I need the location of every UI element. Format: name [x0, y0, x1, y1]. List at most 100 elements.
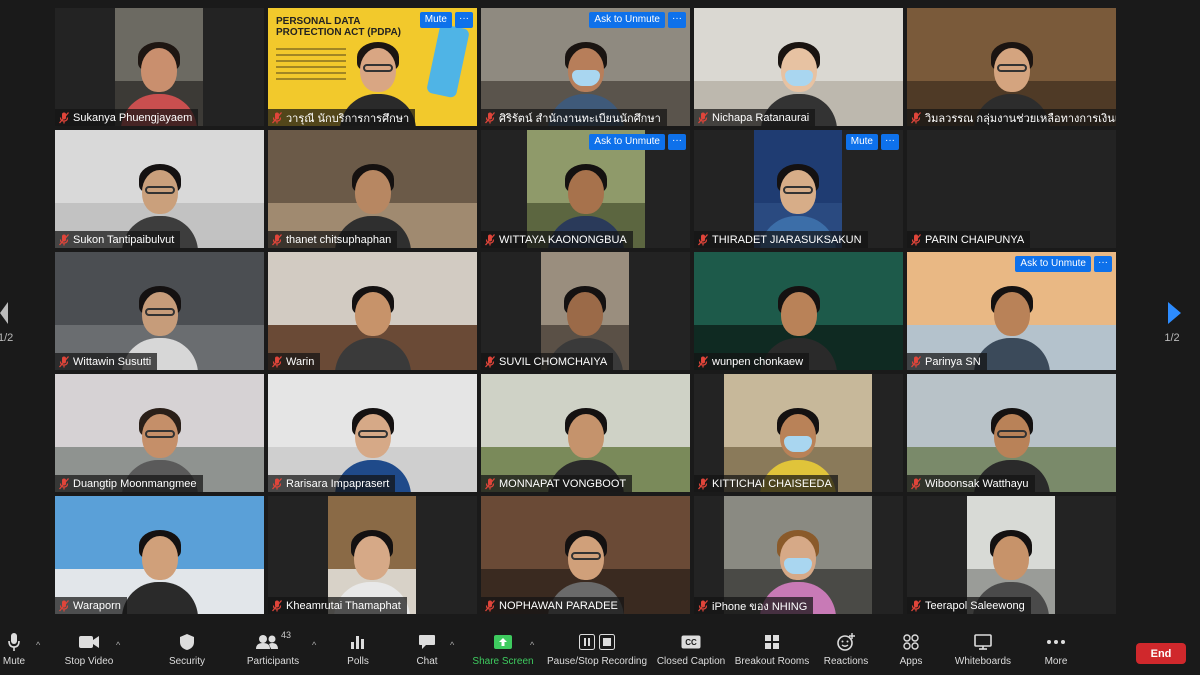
participant-nameplate: Wittawin Susutti — [55, 353, 158, 370]
participant-tile[interactable]: KITTICHAI CHAISEEDA — [694, 374, 903, 492]
pause-stop-recording-label: Pause/Stop Recording — [546, 656, 648, 667]
ask-to-unmute-button[interactable]: Ask to Unmute — [1015, 256, 1091, 272]
apps-label: Apps — [899, 656, 923, 667]
participant-tile[interactable]: Rarisara Impaprasert — [268, 374, 477, 492]
participant-tile[interactable]: Sukanya Phuengjayaem — [55, 8, 264, 126]
tile-controls: Mute ··· — [845, 134, 899, 150]
chevron-right-icon[interactable] — [1168, 302, 1181, 324]
reactions-icon — [837, 633, 855, 651]
more-label: More — [1044, 656, 1068, 667]
tile-more-options-icon[interactable]: ··· — [1094, 256, 1112, 272]
participant-tile[interactable]: Sukon Tantipaibulvut — [55, 130, 264, 248]
participant-tile[interactable]: Wittawin Susutti — [55, 252, 264, 370]
participant-nameplate: THIRADET JIARASUKSAKUN — [694, 231, 868, 248]
participant-nameplate: Waraporn — [55, 597, 127, 614]
ask-to-unmute-button[interactable]: Ask to Unmute — [589, 12, 665, 28]
participant-nameplate: WITTAYA KAONONGBUA — [481, 231, 633, 248]
participant-tile[interactable]: THIRADET JIARASUKSAKUN Mute ··· — [694, 130, 903, 248]
more-button[interactable]: More — [1040, 630, 1072, 674]
apps-button[interactable]: Apps — [896, 630, 926, 674]
page-prev[interactable]: 1/2 — [0, 302, 13, 344]
participant-tile[interactable]: ศิริรัตน์ สำนักงานทะเบียนนักศึกษา Ask to … — [481, 8, 690, 126]
participant-tile[interactable]: PARIN CHAIPUNYA — [907, 130, 1116, 248]
muted-microphone-icon — [485, 233, 495, 246]
polls-button[interactable]: Polls — [340, 630, 376, 674]
mute-participant-button[interactable]: Mute — [419, 12, 452, 28]
participant-tile[interactable]: Kheamrutai Thamaphat — [268, 496, 477, 614]
pause-stop-recording-button[interactable]: Pause/Stop Recording — [546, 630, 648, 674]
share-options-caret[interactable]: ^ — [530, 640, 534, 650]
mute-label: Mute — [2, 656, 26, 667]
participant-tile[interactable]: Teerapol Saleewong — [907, 496, 1116, 614]
participant-tile[interactable]: Nichapa Ratanaurai — [694, 8, 903, 126]
stop-video-button[interactable]: Stop Video — [64, 630, 114, 674]
muted-microphone-icon — [485, 477, 495, 490]
security-button[interactable]: Security — [166, 630, 208, 674]
participant-nameplate: Sukon Tantipaibulvut — [55, 231, 181, 248]
participants-icon — [255, 635, 278, 649]
video-options-caret[interactable]: ^ — [116, 640, 120, 650]
participant-name: Warin — [286, 355, 315, 368]
participant-nameplate: Rarisara Impaprasert — [268, 475, 396, 492]
participant-tile[interactable]: Waraporn — [55, 496, 264, 614]
participant-nameplate: NOPHAWAN PARADEE — [481, 597, 624, 614]
participant-tile[interactable]: iPhone ของ NHING — [694, 496, 903, 614]
muted-microphone-icon — [272, 233, 282, 246]
participants-options-caret[interactable]: ^ — [312, 640, 316, 650]
participant-tile[interactable]: NOPHAWAN PARADEE — [481, 496, 690, 614]
participant-nameplate: PARIN CHAIPUNYA — [907, 231, 1031, 248]
tile-more-options-icon[interactable]: ··· — [668, 12, 686, 28]
participant-tile[interactable]: PERSONAL DATA PROTECTION ACT (PDPA) วารุณ… — [268, 8, 477, 126]
muted-microphone-icon — [698, 233, 708, 246]
page-next[interactable]: 1/2 — [1163, 302, 1181, 344]
breakout-rooms-label: Breakout Rooms — [734, 656, 810, 667]
chat-button[interactable]: Chat — [412, 630, 442, 674]
participant-nameplate: Wiboonsak Watthayu — [907, 475, 1035, 492]
muted-microphone-icon — [485, 111, 495, 124]
tile-more-options-icon[interactable]: ··· — [881, 134, 899, 150]
participant-nameplate: วิมลวรรณ กลุ่มงานช่วยเหลือทางการเงินแก่น… — [907, 109, 1116, 126]
mute-button[interactable]: Mute — [3, 630, 25, 674]
chat-options-caret[interactable]: ^ — [450, 640, 454, 650]
participant-tile[interactable]: Parinya SN Ask to Unmute ··· — [907, 252, 1116, 370]
participant-name: KITTICHAI CHAISEEDA — [712, 477, 832, 490]
tile-controls: Mute ··· — [419, 12, 473, 28]
chevron-left-icon[interactable] — [0, 302, 8, 324]
closed-caption-button[interactable]: CC Closed Caption — [656, 630, 726, 674]
tile-more-options-icon[interactable]: ··· — [455, 12, 473, 28]
participant-tile[interactable]: Wiboonsak Watthayu — [907, 374, 1116, 492]
participant-nameplate: Nichapa Ratanaurai — [694, 109, 816, 126]
participant-tile[interactable]: thanet chitsuphaphan — [268, 130, 477, 248]
participant-tile[interactable]: วิมลวรรณ กลุ่มงานช่วยเหลือทางการเงินแก่น… — [907, 8, 1116, 126]
participant-tile[interactable]: Warin — [268, 252, 477, 370]
whiteboards-button[interactable]: Whiteboards — [952, 630, 1014, 674]
mute-options-caret[interactable]: ^ — [36, 640, 40, 650]
share-screen-button[interactable]: Share Screen — [472, 630, 534, 674]
end-meeting-button[interactable]: End — [1136, 643, 1186, 664]
reactions-button[interactable]: Reactions — [824, 630, 868, 674]
muted-microphone-icon — [272, 355, 282, 368]
participant-tile[interactable]: Duangtip Moonmangmee — [55, 374, 264, 492]
mute-participant-button[interactable]: Mute — [845, 134, 878, 150]
microphone-icon — [8, 633, 20, 651]
muted-microphone-icon — [698, 599, 708, 612]
ask-to-unmute-button[interactable]: Ask to Unmute — [589, 134, 665, 150]
tile-more-options-icon[interactable]: ··· — [668, 134, 686, 150]
whiteboards-label: Whiteboards — [954, 656, 1012, 667]
participant-nameplate: iPhone ของ NHING — [694, 597, 814, 614]
participant-tile[interactable]: wunpen chonkaew — [694, 252, 903, 370]
breakout-rooms-button[interactable]: Breakout Rooms — [734, 630, 810, 674]
more-dots-icon — [1047, 640, 1065, 644]
video-camera-icon — [79, 636, 99, 648]
polls-label: Polls — [347, 656, 369, 667]
participants-button[interactable]: 43 Participants — [246, 630, 300, 674]
participant-tile[interactable]: SUVIL CHOMCHAIYA — [481, 252, 690, 370]
participant-video-person — [333, 270, 413, 370]
participant-tile[interactable]: WITTAYA KAONONGBUA Ask to Unmute ··· — [481, 130, 690, 248]
closed-caption-label: Closed Caption — [656, 656, 726, 667]
breakout-rooms-icon — [765, 635, 779, 649]
participant-name: PARIN CHAIPUNYA — [925, 233, 1025, 246]
participant-name: Wiboonsak Watthayu — [925, 477, 1029, 490]
participant-tile[interactable]: MONNAPAT VONGBOOT — [481, 374, 690, 492]
tile-controls: Ask to Unmute ··· — [1015, 256, 1112, 272]
